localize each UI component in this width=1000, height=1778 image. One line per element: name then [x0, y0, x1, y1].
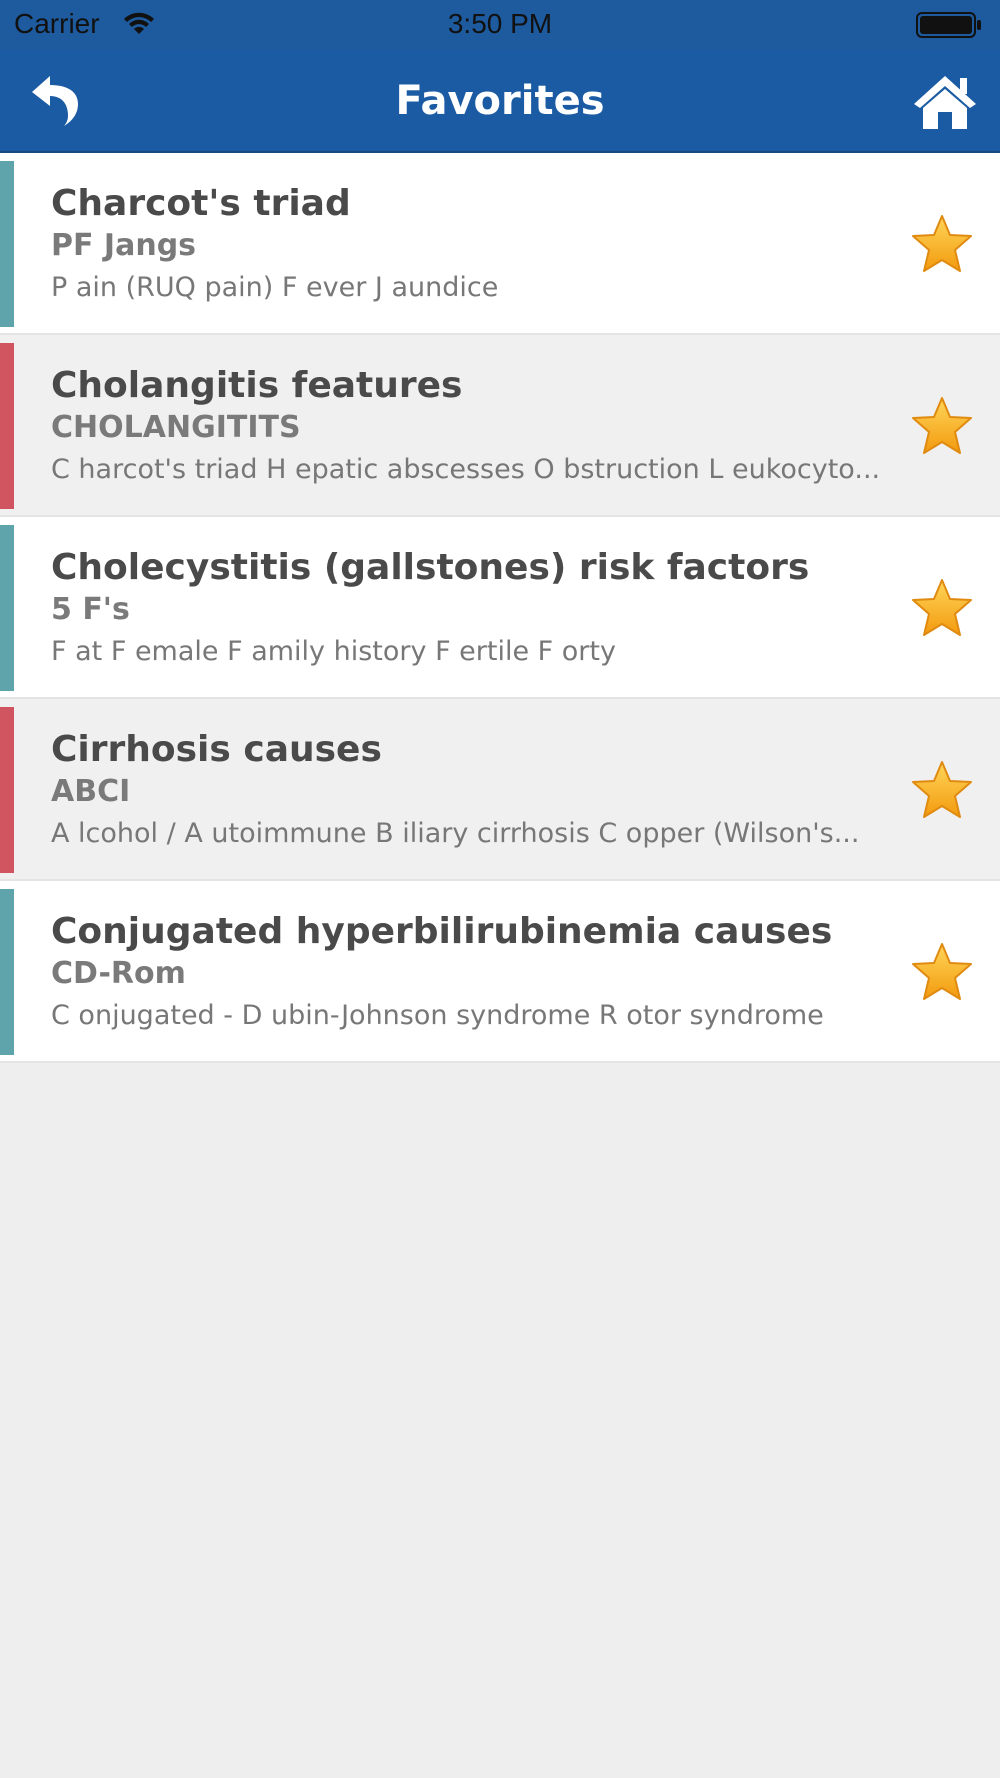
category-stripe	[0, 707, 14, 873]
list-item[interactable]: Cirrhosis causes ABCI A lcohol / A utoim…	[0, 699, 1000, 881]
page-title: Favorites	[395, 78, 605, 124]
item-description: C harcot's triad H epatic abscesses O bs…	[51, 454, 881, 485]
item-mnemonic: PF Jangs	[51, 228, 197, 263]
category-stripe	[0, 161, 14, 327]
item-description: C onjugated - D ubin-Johnson syndrome R …	[51, 1000, 824, 1031]
item-description: F at F emale F amily history F ertile F …	[51, 636, 616, 667]
favorite-star-icon[interactable]	[910, 213, 974, 275]
favorites-list: Charcot's triad PF Jangs P ain (RUQ pain…	[0, 153, 1000, 1063]
list-item[interactable]: Charcot's triad PF Jangs P ain (RUQ pain…	[0, 153, 1000, 335]
home-button[interactable]	[912, 72, 978, 132]
list-item[interactable]: Conjugated hyperbilirubinemia causes CD-…	[0, 881, 1000, 1063]
item-title: Cirrhosis causes	[51, 729, 382, 770]
category-stripe	[0, 525, 14, 691]
item-mnemonic: CHOLANGITITS	[51, 410, 301, 445]
favorite-star-icon[interactable]	[910, 577, 974, 639]
item-title: Cholangitis features	[51, 365, 463, 406]
category-stripe	[0, 343, 14, 509]
home-icon	[914, 76, 976, 129]
item-description: P ain (RUQ pain) F ever J aundice	[51, 272, 499, 303]
item-title: Conjugated hyperbilirubinemia causes	[51, 911, 833, 952]
item-title: Charcot's triad	[51, 183, 351, 224]
battery-icon	[916, 12, 982, 42]
status-bar: Carrier 3:50 PM	[0, 0, 1000, 50]
list-item[interactable]: Cholecystitis (gallstones) risk factors …	[0, 517, 1000, 699]
favorite-star-icon[interactable]	[910, 759, 974, 821]
navigation-bar: Favorites	[0, 50, 1000, 153]
favorite-star-icon[interactable]	[910, 395, 974, 457]
category-stripe	[0, 889, 14, 1055]
clock-time: 3:50 PM	[447, 8, 553, 39]
item-description: A lcohol / A utoimmune B iliary cirrhosi…	[51, 818, 860, 849]
item-mnemonic: CD-Rom	[51, 956, 186, 991]
item-title: Cholecystitis (gallstones) risk factors	[51, 547, 810, 588]
item-mnemonic: 5 F's	[51, 592, 130, 627]
list-item[interactable]: Cholangitis features CHOLANGITITS C harc…	[0, 335, 1000, 517]
favorite-star-icon[interactable]	[910, 941, 974, 1003]
item-mnemonic: ABCI	[51, 774, 131, 809]
